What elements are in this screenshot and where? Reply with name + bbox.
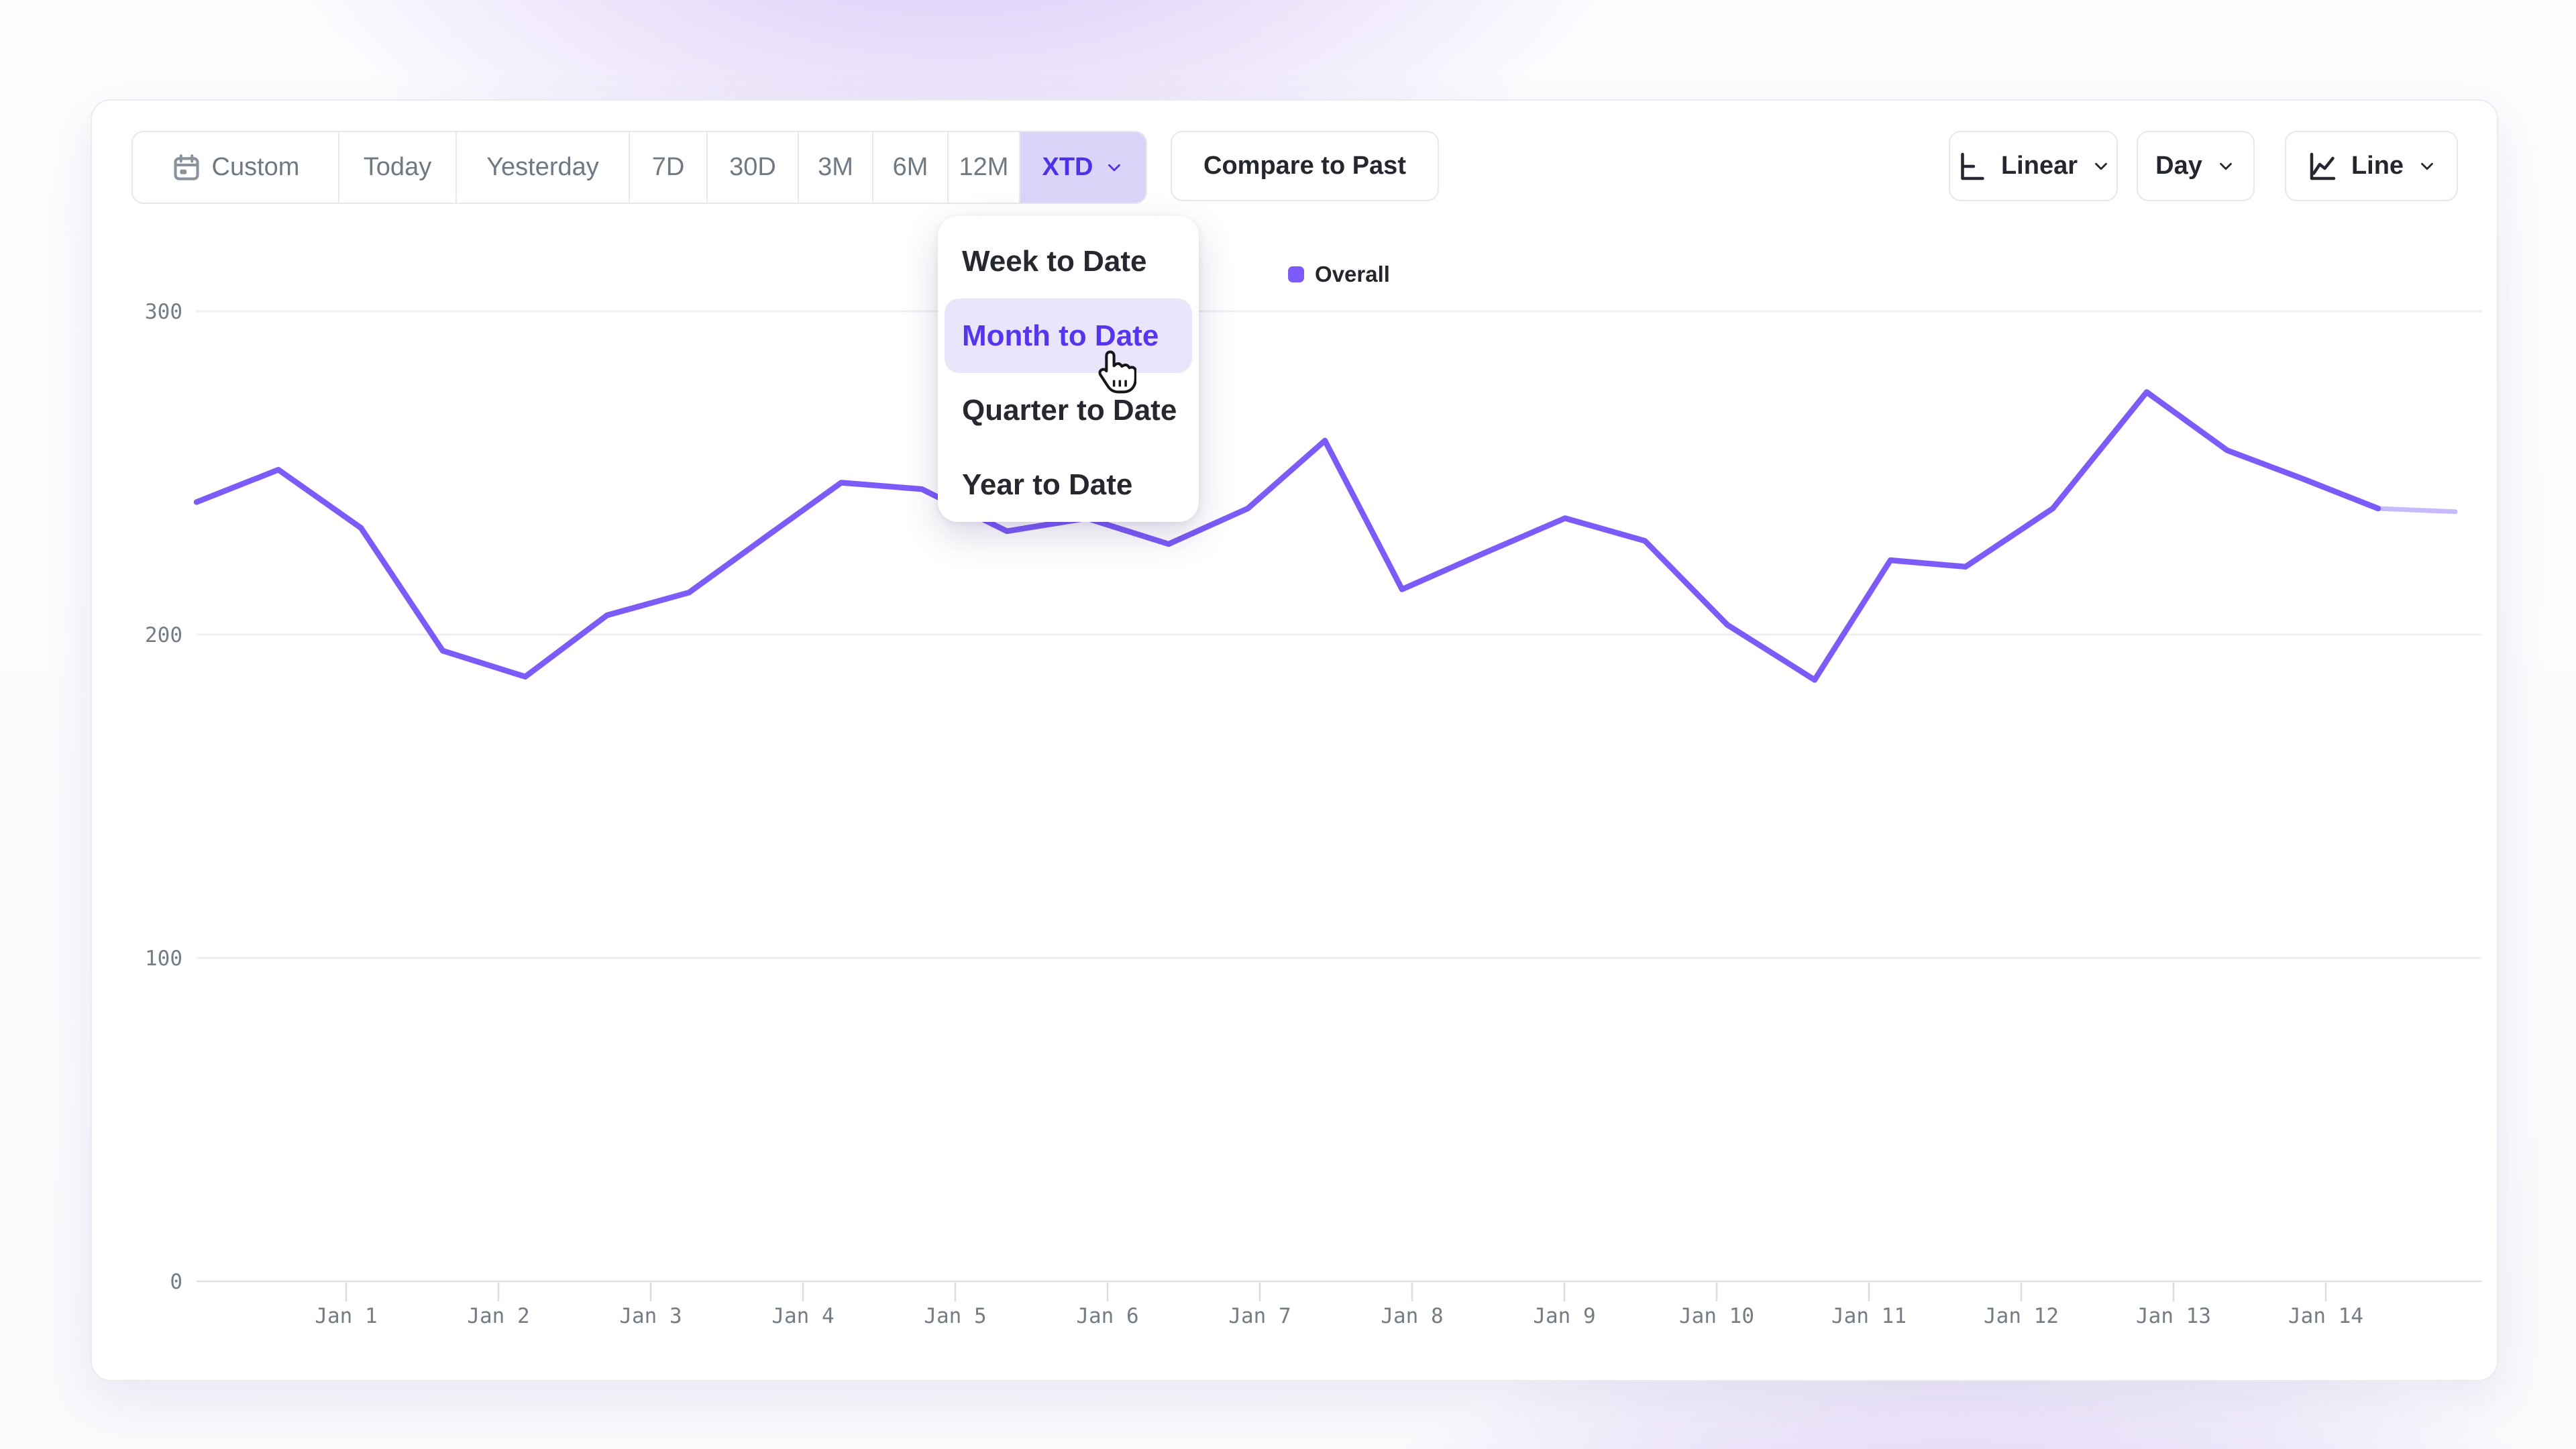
range-segment-custom[interactable]: Custom [133,132,338,203]
range-segment-30d[interactable]: 30D [706,132,798,203]
x-axis-label: Jan 4 [771,1304,834,1328]
x-axis-label: Jan 9 [1533,1304,1595,1328]
day-dropdown-label: Day [2155,152,2202,180]
y-axis-label: 200 [145,623,182,647]
calendar-icon [172,153,201,182]
range-segment-today[interactable]: Today [338,132,455,203]
line-dropdown-label: Line [2351,152,2404,180]
range-segment-label: 7D [652,153,685,182]
chevron-down-icon [2091,156,2111,176]
chevron-down-icon [1104,158,1124,178]
range-segment-label: Yesterday [486,153,599,182]
x-axis-label: Jan 13 [2136,1304,2211,1328]
range-segment-yesterday[interactable]: Yesterday [455,132,629,203]
x-axis-label: Jan 1 [315,1304,377,1328]
range-segment-label: 30D [729,153,776,182]
x-axis-label: Jan 3 [619,1304,682,1328]
axis-scale-icon [1955,150,1988,182]
legend-swatch-icon [1288,266,1304,282]
range-segment-3m[interactable]: 3M [798,132,872,203]
range-segment-label: XTD [1042,153,1093,182]
chart-legend: Overall [1288,262,1390,287]
x-axis-label: Jan 11 [1831,1304,1907,1328]
x-axis-label: Jan 2 [467,1304,529,1328]
menu-item-year-to-date[interactable]: Year to Date [938,447,1199,522]
range-segment-12m[interactable]: 12M [947,132,1019,203]
range-segment-7d[interactable]: 7D [629,132,706,203]
range-segment-label: Custom [212,153,300,182]
menu-item-week-to-date[interactable]: Week to Date [938,224,1199,299]
x-axis-label: Jan 7 [1228,1304,1291,1328]
x-axis-label: Jan 12 [1984,1304,2059,1328]
linear-dropdown-label: Linear [2001,152,2078,180]
range-segment-label: 3M [818,153,853,182]
y-axis-label: 0 [170,1270,182,1294]
legend-label: Overall [1315,262,1390,287]
range-segment-label: 6M [893,153,928,182]
menu-item-quarter-to-date[interactable]: Quarter to Date [938,373,1199,447]
range-segment-label: 12M [959,153,1009,182]
line-dropdown-button[interactable]: Line [2285,131,2458,201]
y-axis-label: 100 [145,947,182,971]
compare-to-past-label: Compare to Past [1203,152,1406,180]
range-segment-6m[interactable]: 6M [872,132,947,203]
chevron-down-icon [2216,156,2236,176]
line-chart-icon [2306,150,2338,182]
x-axis-label: Jan 8 [1381,1304,1443,1328]
x-axis-label: Jan 14 [2288,1304,2363,1328]
linear-dropdown-button[interactable]: Linear [1949,131,2118,201]
x-axis-label: Jan 6 [1076,1304,1138,1328]
xtd-dropdown-menu: Week to DateMonth to DateQuarter to Date… [938,216,1199,522]
line-chart: 0 100 200 300 Jan 1 Jan 2 Jan 3 Jan 4 Jan 5 Jan 6… [0,0,2576,1449]
x-axis-label: Jan 5 [924,1304,986,1328]
range-segment-label: Today [364,153,431,182]
hand-pointer-icon [1092,349,1136,396]
menu-item-month-to-date[interactable]: Month to Date [945,299,1192,373]
day-dropdown-button[interactable]: Day [2137,131,2255,201]
y-axis-label: 300 [145,300,182,324]
range-segment-xtd[interactable]: XTD [1019,132,1146,203]
chevron-down-icon [2417,156,2437,176]
date-range-segmented-control: Custom Today Yesterday 7D 30D 3M 6M 12M XTD [131,131,1147,204]
compare-to-past-button[interactable]: Compare to Past [1171,131,1439,201]
x-axis-label: Jan 10 [1679,1304,1754,1328]
